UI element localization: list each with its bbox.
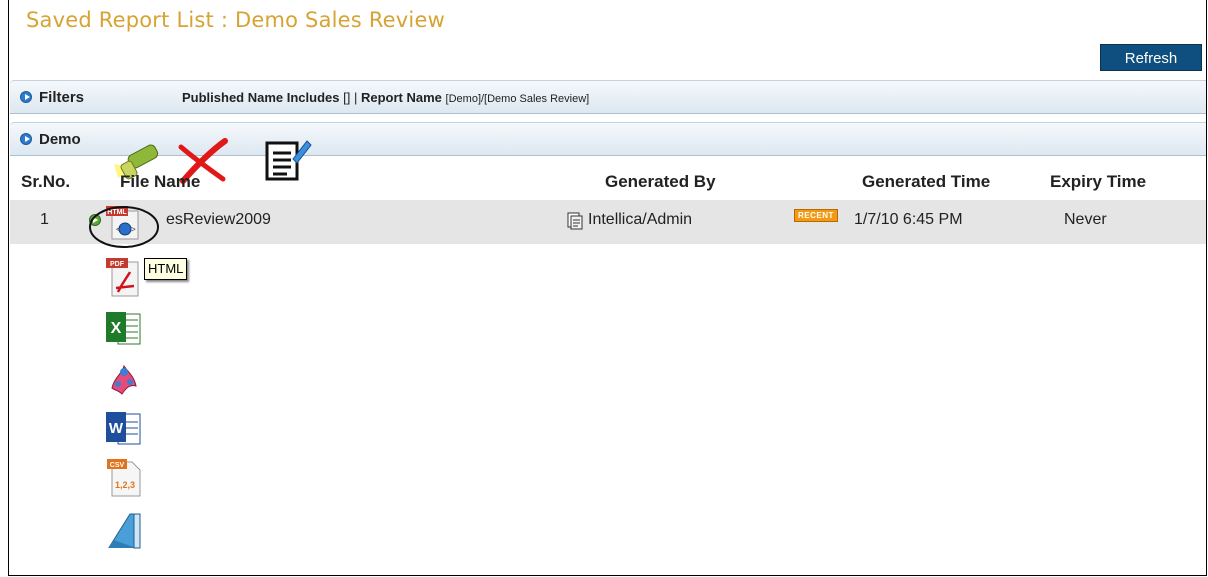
column-header-generated-by[interactable]: Generated By — [605, 172, 716, 192]
svg-text:X: X — [111, 320, 122, 337]
report-properties-icon[interactable] — [263, 137, 313, 183]
column-header-expiry-time[interactable]: Expiry Time — [1050, 172, 1146, 192]
csv-format-icon[interactable]: CSV 1,2,3 — [104, 456, 144, 500]
report-document-icon — [567, 212, 583, 230]
filters-label: Filters — [39, 89, 85, 106]
column-header-sr[interactable]: Sr.No. — [21, 172, 70, 192]
expand-arrow-icon[interactable] — [20, 91, 32, 103]
published-name-value: [] — [343, 90, 351, 105]
report-name-value: [Demo]/[Demo Sales Review] — [445, 93, 590, 105]
column-header-generated-time[interactable]: Generated Time — [862, 172, 990, 192]
published-name-label: Published Name Includes — [182, 90, 340, 105]
filter-summary: Published Name Includes [] | Report Name… — [182, 90, 589, 105]
csv-badge-text: CSV — [110, 462, 125, 469]
word-format-icon[interactable]: W — [104, 408, 144, 448]
rtf-format-icon[interactable] — [104, 358, 144, 400]
text-format-icon[interactable] — [104, 510, 144, 552]
recent-badge: RECENT — [794, 209, 838, 222]
pdf-badge-text: PDF — [110, 261, 125, 268]
row-generated-time: 1/7/10 6:45 PM — [854, 211, 963, 228]
column-header-file-name[interactable]: File Name — [120, 172, 200, 192]
page-title: Saved Report List : Demo Sales Review — [26, 8, 445, 32]
csv-body-text: 1,2,3 — [115, 480, 135, 490]
highlight-ellipse — [89, 206, 159, 248]
expand-arrow-icon[interactable] — [20, 133, 32, 145]
row-expiry-time: Never — [1064, 211, 1107, 228]
filter-separator: | — [353, 90, 358, 105]
row-generated-by: Intellica/Admin — [588, 211, 693, 228]
group-label: Demo — [39, 131, 81, 148]
report-name-label: Report Name — [361, 90, 442, 105]
refresh-button[interactable]: Refresh — [1100, 44, 1202, 71]
row-file-name[interactable]: esReview2009 — [166, 211, 271, 229]
format-tooltip: HTML — [144, 258, 188, 280]
filters-bar[interactable]: Filters Published Name Includes [] | Rep… — [10, 80, 1206, 114]
svg-text:W: W — [109, 420, 124, 437]
excel-format-icon[interactable]: X — [104, 308, 144, 348]
pdf-format-icon[interactable]: PDF — [104, 256, 144, 300]
row-sr-number: 1 — [40, 211, 49, 228]
